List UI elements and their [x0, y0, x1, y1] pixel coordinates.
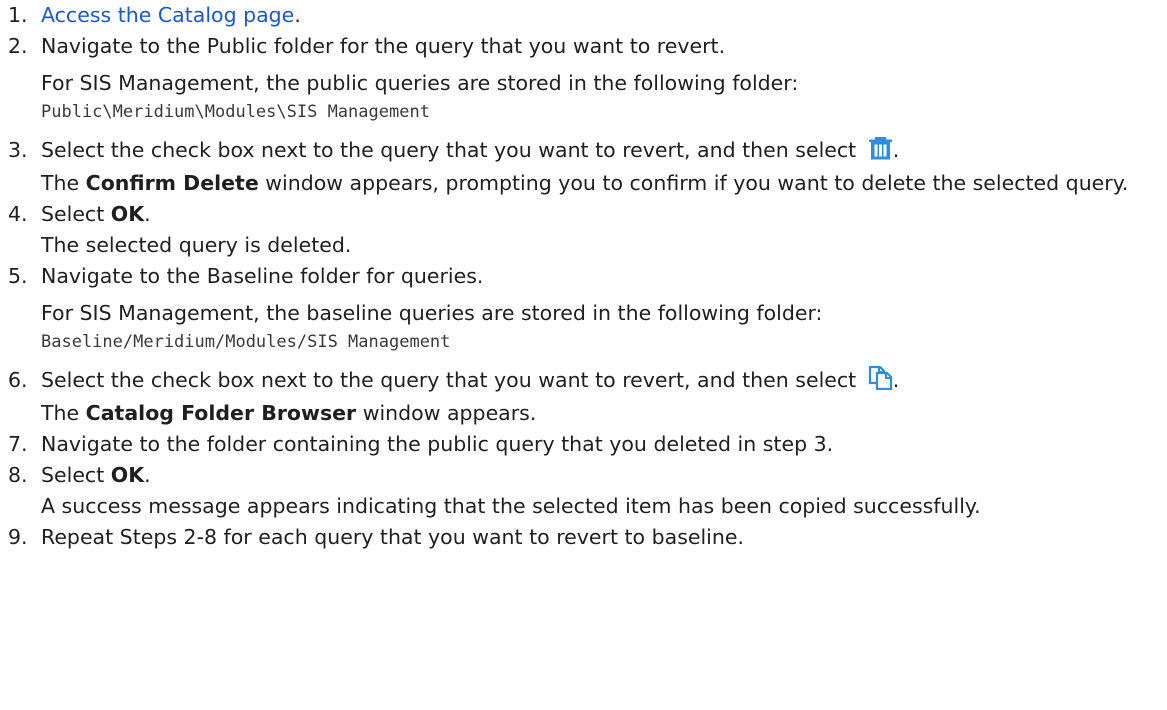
- step-number: 1.: [8, 3, 28, 27]
- procedure-document: 1. Access the Catalog page. 2. Navigate …: [8, 0, 1167, 553]
- ok-label: OK: [110, 202, 145, 226]
- step-3: 3. Select the check box next to the quer…: [8, 135, 1167, 199]
- step-result: A success message appears indicating tha…: [41, 494, 981, 518]
- result-prefix: The: [41, 171, 86, 195]
- folder-path: Baseline/Meridium/Modules/SIS Management: [41, 332, 451, 352]
- step-9: 9. Repeat Steps 2-8 for each query that …: [8, 522, 1167, 553]
- result-rest: window appears.: [356, 401, 537, 425]
- step-punct: .: [144, 202, 151, 226]
- step-note: For SIS Management, the baseline queries…: [41, 301, 823, 325]
- step-punct: .: [144, 463, 151, 487]
- step-text: Select the check box next to the query t…: [41, 368, 857, 392]
- step-2: 2. Navigate to the Public folder for the…: [8, 31, 1167, 125]
- step-text: Select: [41, 202, 111, 226]
- step-5: 5. Navigate to the Baseline folder for q…: [8, 261, 1167, 355]
- step-result: The Catalog Folder Browser window appear…: [41, 398, 1167, 429]
- step-4: 4. Select OK. The selected query is dele…: [8, 199, 1167, 261]
- step-text: Select: [41, 463, 111, 487]
- step-text: Navigate to the Baseline folder for quer…: [41, 264, 484, 288]
- step-punct: .: [892, 138, 900, 162]
- procedure-steps: 1. Access the Catalog page. 2. Navigate …: [8, 0, 1167, 553]
- result-prefix: The: [41, 401, 86, 425]
- step-7: 7. Navigate to the folder containing the…: [8, 429, 1167, 460]
- step-6: 6. Select the check box next to the quer…: [8, 365, 1167, 429]
- step-number: 5.: [8, 264, 28, 288]
- step-number: 8.: [8, 463, 28, 487]
- step-text: Repeat Steps 2-8 for each query that you…: [41, 525, 744, 549]
- step-1: 1. Access the Catalog page.: [8, 0, 1167, 31]
- catalog-folder-browser-label: Catalog Folder Browser: [85, 401, 357, 425]
- step-note: For SIS Management, the public queries a…: [41, 71, 799, 95]
- ok-label: OK: [110, 463, 145, 487]
- folder-path: Public\Meridium\Modules\SIS Management: [41, 102, 430, 122]
- result-rest: window appears, prompting you to confirm…: [258, 171, 1129, 195]
- step-number: 3.: [8, 138, 28, 162]
- copy-icon: [868, 366, 892, 390]
- step-punct: .: [294, 3, 301, 27]
- step-text: Navigate to the folder containing the pu…: [41, 432, 834, 456]
- step-number: 9.: [8, 525, 28, 549]
- confirm-delete-label: Confirm Delete: [85, 171, 259, 195]
- step-text: Navigate to the Public folder for the qu…: [41, 34, 726, 58]
- step-text: Select the check box next to the query t…: [41, 138, 857, 162]
- step-8: 8. Select OK. A success message appears …: [8, 460, 1167, 522]
- step-number: 4.: [8, 202, 28, 226]
- step-punct: .: [892, 368, 900, 392]
- step-number: 2.: [8, 34, 28, 58]
- step-number: 7.: [8, 432, 28, 456]
- step-result: The Confirm Delete window appears, promp…: [41, 168, 1167, 199]
- access-catalog-link[interactable]: Access the Catalog page: [41, 3, 294, 27]
- trash-icon: [868, 137, 892, 160]
- step-result: The selected query is deleted.: [41, 233, 352, 257]
- step-number: 6.: [8, 368, 28, 392]
